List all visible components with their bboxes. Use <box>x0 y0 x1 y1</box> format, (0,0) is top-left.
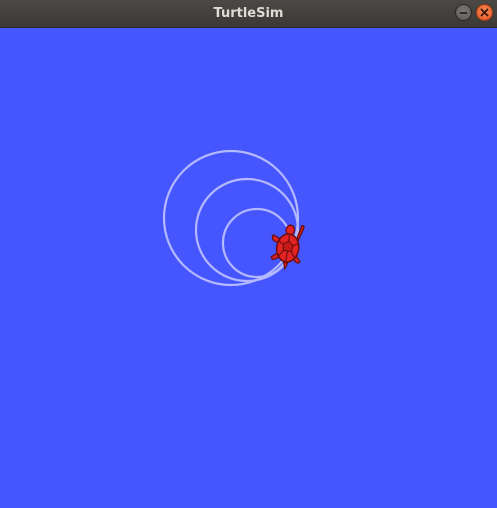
turtle-canvas <box>0 28 497 508</box>
minimize-button[interactable] <box>455 4 472 21</box>
title-bar[interactable]: TurtleSim <box>0 0 497 28</box>
pen-trail <box>162 149 300 287</box>
close-icon <box>480 8 489 17</box>
drawing-surface <box>162 149 305 287</box>
close-button[interactable] <box>476 4 493 21</box>
window-title: TurtleSim <box>213 6 284 21</box>
turtle-icon[interactable] <box>268 222 305 271</box>
turtlesim-window: TurtleSim <box>0 0 497 508</box>
